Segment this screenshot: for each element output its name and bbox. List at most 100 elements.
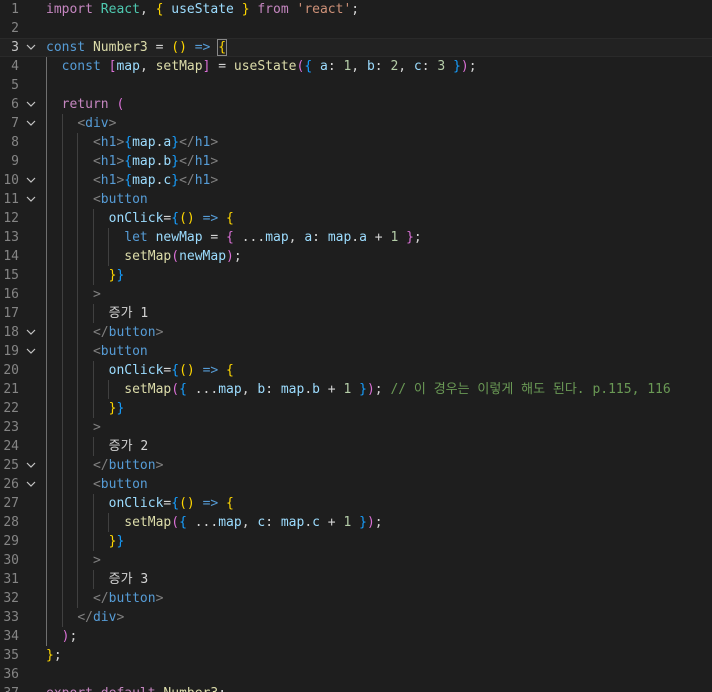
code-line[interactable]: 37 export default Number3; [0,684,712,692]
code-line[interactable]: 12 onClick={() => { [0,209,712,228]
code-token: ; [468,59,477,74]
code-line[interactable]: 2 [0,19,712,38]
code-line[interactable]: 8 <h1>{map.a}</h1> [0,133,712,152]
chevron-down-icon[interactable] [26,456,40,475]
code-token: { [171,496,180,511]
line-number: 22 [3,401,19,416]
code-line[interactable]: 11 <button [0,190,712,209]
code-line[interactable]: 16 > [0,285,712,304]
code-token: from [257,2,289,17]
code-line[interactable]: 13 let newMap = { ...map, a: map.a + 1 }… [0,228,712,247]
line-number: 3 [11,40,19,55]
chevron-down-icon[interactable] [26,475,40,494]
code-line[interactable]: 33 </div> [0,608,712,627]
code-token: , [139,2,156,17]
chevron-down-icon[interactable] [26,190,40,209]
code-token: < [92,173,101,188]
code-line[interactable]: 34 ); [0,627,712,646]
chevron-down-icon[interactable] [26,342,40,361]
code-token: } [406,230,414,245]
code-token: map [132,135,156,150]
line-number: 35 [3,648,19,663]
code-line[interactable]: 27 onClick={() => { [0,494,712,513]
line-number: 21 [3,382,19,397]
code-line[interactable]: 22 }} [0,399,712,418]
code-line[interactable]: 23 > [0,418,712,437]
line-number: 15 [3,268,19,283]
chevron-down-icon[interactable] [26,171,40,190]
indent-guide [92,209,94,285]
code-line[interactable]: 36 [0,665,712,684]
code-line[interactable]: 28 setMap({ ...map, c: map.c + 1 }); [0,513,712,532]
code-line[interactable]: 25 </button> [0,456,712,475]
code-line[interactable]: 20 onClick={() => { [0,361,712,380]
code-token: > [92,420,101,435]
code-token: button [100,192,148,207]
chevron-down-icon[interactable] [26,323,40,342]
code-line[interactable]: 32 </button> [0,589,712,608]
code-token: button [108,458,156,473]
code-line[interactable]: 18 </button> [0,323,712,342]
chevron-down-icon[interactable] [26,38,40,57]
code-line[interactable]: 30 > [0,551,712,570]
code-line[interactable]: 4 const [map, setMap] = useState({ a: 1,… [0,57,712,76]
line-number: 10 [3,173,19,188]
code-token: ; [374,515,383,530]
line-number: 19 [3,344,19,359]
code-token: ) [226,249,234,264]
code-token: ... [233,230,266,245]
code-line[interactable]: 3 const Number3 = () => { [0,38,712,57]
code-line[interactable]: 26 <button [0,475,712,494]
code-token: { [124,173,133,188]
code-token: , [139,59,156,74]
code-line[interactable]: 1 import React, { useState } from 'react'… [0,0,712,19]
code-token: ; [69,629,78,644]
code-text: > [46,285,101,304]
line-number: 23 [3,420,19,435]
code-token: } [116,534,125,549]
code-line[interactable]: 15 }} [0,266,712,285]
code-editor[interactable]: 1 import React, { useState } from 'react'… [0,0,712,692]
code-line[interactable]: 35}; [0,646,712,665]
code-line[interactable]: 14 setMap(newMap); [0,247,712,266]
chevron-down-icon[interactable] [26,114,40,133]
code-token: } [359,515,367,530]
chevron-down-icon[interactable] [26,95,40,114]
code-token: > [155,591,164,606]
code-line[interactable]: 24 증가 2 [0,437,712,456]
code-token: button [100,344,148,359]
line-number: 26 [3,477,19,492]
code-token: default [101,686,156,692]
code-line[interactable]: 5 [0,76,712,95]
code-token: ( [171,249,180,264]
indent-guide [108,513,110,532]
code-line[interactable]: 19 <button [0,342,712,361]
code-line[interactable]: 7 <div> [0,114,712,133]
code-text: <h1>{map.c}</h1> [46,171,218,190]
line-number: 2 [11,21,19,36]
code-token: h1 [100,135,117,150]
code-token: a [304,230,313,245]
code-token: h1 [100,173,117,188]
code-line[interactable]: 21 setMap({ ...map, b: map.b + 1 }); // … [0,380,712,399]
code-text: ); [46,627,78,646]
line-number: 33 [3,610,19,625]
line-number: 28 [3,515,19,530]
code-token: map [218,382,242,397]
code-token: : [312,230,328,245]
code-line[interactable]: 10 <h1>{map.c}</h1> [0,171,712,190]
line-number: 11 [3,192,19,207]
code-line[interactable]: 9 <h1>{map.b}</h1> [0,152,712,171]
code-token: </ [179,135,195,150]
line-number: 6 [11,97,19,112]
code-token: ( [171,382,180,397]
code-line[interactable]: 31 증가 3 [0,570,712,589]
code-line[interactable]: 17 증가 1 [0,304,712,323]
code-line[interactable]: 29 }} [0,532,712,551]
code-token: c [257,515,266,530]
code-text: }} [46,399,125,418]
code-line[interactable]: 6 return ( [0,95,712,114]
